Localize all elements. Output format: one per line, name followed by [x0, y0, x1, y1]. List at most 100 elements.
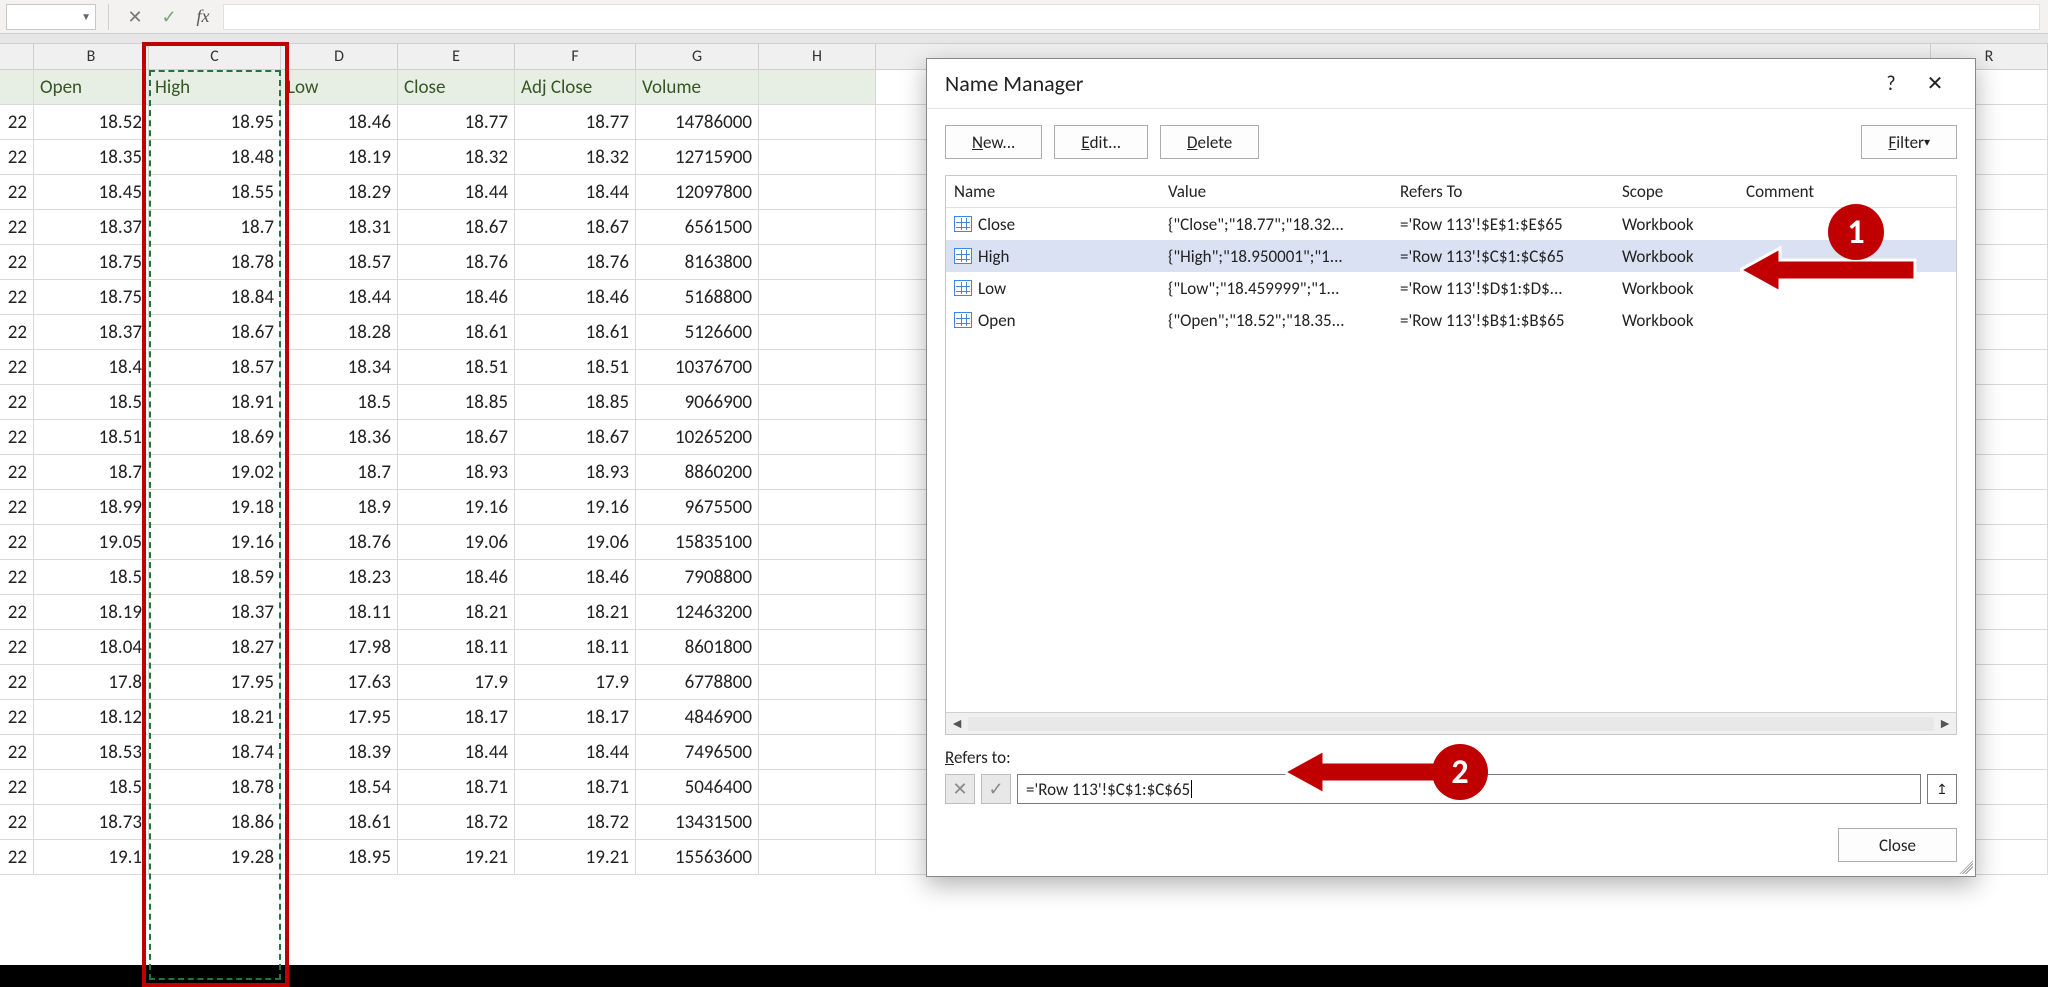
cell[interactable]: 19.02 — [149, 455, 281, 489]
cell[interactable]: 4846900 — [636, 700, 759, 734]
name-box[interactable]: ▼ — [6, 4, 96, 30]
cell[interactable]: 18.67 — [149, 315, 281, 349]
cell[interactable]: 18.46 — [515, 560, 636, 594]
cell[interactable]: 18.46 — [398, 280, 515, 314]
cell[interactable] — [759, 280, 876, 314]
cell[interactable]: 18.5 — [34, 770, 149, 804]
cell[interactable]: 18.17 — [398, 700, 515, 734]
cell[interactable]: 22 — [0, 140, 34, 174]
header-high[interactable]: High — [149, 70, 281, 104]
cell[interactable]: 19.18 — [149, 490, 281, 524]
cell[interactable]: 19.16 — [149, 525, 281, 559]
cell[interactable]: 18.23 — [281, 560, 398, 594]
cell[interactable]: 18.51 — [515, 350, 636, 384]
cell[interactable]: 5046400 — [636, 770, 759, 804]
scroll-track[interactable] — [968, 717, 1934, 731]
cell[interactable]: 22 — [0, 770, 34, 804]
scroll-left-icon[interactable]: ◄ — [946, 715, 968, 732]
cell[interactable]: 5126600 — [636, 315, 759, 349]
cell[interactable]: 18.69 — [149, 420, 281, 454]
cell[interactable]: 18.31 — [281, 210, 398, 244]
cell[interactable]: 18.36 — [281, 420, 398, 454]
name-cell[interactable]: Close — [946, 208, 1160, 240]
cell[interactable] — [0, 70, 34, 104]
cell[interactable]: 18.9 — [281, 490, 398, 524]
cell[interactable]: 22 — [0, 455, 34, 489]
cell[interactable]: 18.5 — [34, 385, 149, 419]
names-row[interactable]: Close{"Close";"18.77";"18.32...='Row 113… — [946, 208, 1956, 240]
cell[interactable]: 18.04 — [34, 630, 149, 664]
cell[interactable]: 17.63 — [281, 665, 398, 699]
cell[interactable]: 22 — [0, 700, 34, 734]
cell[interactable]: 19.21 — [398, 840, 515, 874]
cell[interactable]: 18.78 — [149, 245, 281, 279]
cell[interactable]: 22 — [0, 525, 34, 559]
cell[interactable]: 17.9 — [398, 665, 515, 699]
cell[interactable]: 18.5 — [281, 385, 398, 419]
cell[interactable]: 22 — [0, 805, 34, 839]
cell[interactable]: 17.8 — [34, 665, 149, 699]
names-row[interactable]: High{"High";"18.950001";"1...='Row 113'!… — [946, 240, 1956, 272]
cell[interactable]: 22 — [0, 385, 34, 419]
cell[interactable] — [759, 490, 876, 524]
cell[interactable]: 6778800 — [636, 665, 759, 699]
cell[interactable] — [759, 105, 876, 139]
cell[interactable]: 18.86 — [149, 805, 281, 839]
cell[interactable] — [759, 350, 876, 384]
cell[interactable]: 7908800 — [636, 560, 759, 594]
cell[interactable]: 17.98 — [281, 630, 398, 664]
header-adj[interactable]: Adj Close — [515, 70, 636, 104]
cell[interactable] — [759, 700, 876, 734]
cell[interactable]: 18.27 — [149, 630, 281, 664]
cell[interactable]: 12715900 — [636, 140, 759, 174]
col-comment[interactable]: Comment — [1738, 176, 1918, 207]
col-header-b[interactable]: B — [34, 44, 149, 69]
names-list-header[interactable]: Name Value Refers To Scope Comment — [946, 176, 1956, 208]
cell[interactable]: 18.53 — [34, 735, 149, 769]
resize-grip-icon[interactable] — [1959, 860, 1973, 874]
cell[interactable]: 22 — [0, 560, 34, 594]
cell[interactable]: 18.61 — [515, 315, 636, 349]
close-icon[interactable]: ✕ — [1913, 66, 1957, 102]
cell[interactable]: 18.75 — [34, 280, 149, 314]
cell[interactable] — [759, 70, 876, 104]
cell[interactable]: 17.95 — [281, 700, 398, 734]
cell[interactable]: 22 — [0, 735, 34, 769]
cell[interactable]: 18.35 — [34, 140, 149, 174]
cell[interactable]: 19.1 — [34, 840, 149, 874]
cell[interactable]: 18.46 — [281, 105, 398, 139]
col-header-d[interactable]: D — [281, 44, 398, 69]
cell[interactable]: 18.34 — [281, 350, 398, 384]
cell[interactable]: 18.78 — [149, 770, 281, 804]
enter-formula-icon[interactable]: ✓ — [155, 4, 183, 30]
cell[interactable]: 18.44 — [281, 280, 398, 314]
cell[interactable]: 22 — [0, 315, 34, 349]
cell[interactable] — [759, 455, 876, 489]
cell[interactable]: 18.44 — [515, 735, 636, 769]
col-header-a-trunc[interactable] — [0, 44, 34, 69]
cell[interactable]: 22 — [0, 350, 34, 384]
cell[interactable] — [759, 665, 876, 699]
names-row[interactable]: Low{"Low";"18.459999";"1...='Row 113'!$D… — [946, 272, 1956, 304]
cell[interactable] — [759, 560, 876, 594]
cell[interactable]: 18.91 — [149, 385, 281, 419]
cell[interactable]: 18.39 — [281, 735, 398, 769]
cell[interactable]: 18.51 — [34, 420, 149, 454]
cell[interactable]: 12463200 — [636, 595, 759, 629]
cell[interactable]: 8860200 — [636, 455, 759, 489]
cell[interactable] — [759, 175, 876, 209]
edit-button[interactable]: Edit... — [1054, 125, 1148, 159]
cell[interactable]: 18.32 — [398, 140, 515, 174]
cell[interactable]: 13431500 — [636, 805, 759, 839]
cell[interactable]: 22 — [0, 245, 34, 279]
cell[interactable]: 10376700 — [636, 350, 759, 384]
cell[interactable]: 18.71 — [398, 770, 515, 804]
cell[interactable]: 18.95 — [149, 105, 281, 139]
cell[interactable]: 18.67 — [515, 210, 636, 244]
cell[interactable]: 18.77 — [398, 105, 515, 139]
col-header-c[interactable]: C — [149, 44, 281, 69]
cell[interactable]: 8163800 — [636, 245, 759, 279]
cell[interactable]: 18.46 — [515, 280, 636, 314]
cell[interactable]: 22 — [0, 420, 34, 454]
cell[interactable]: 18.57 — [149, 350, 281, 384]
